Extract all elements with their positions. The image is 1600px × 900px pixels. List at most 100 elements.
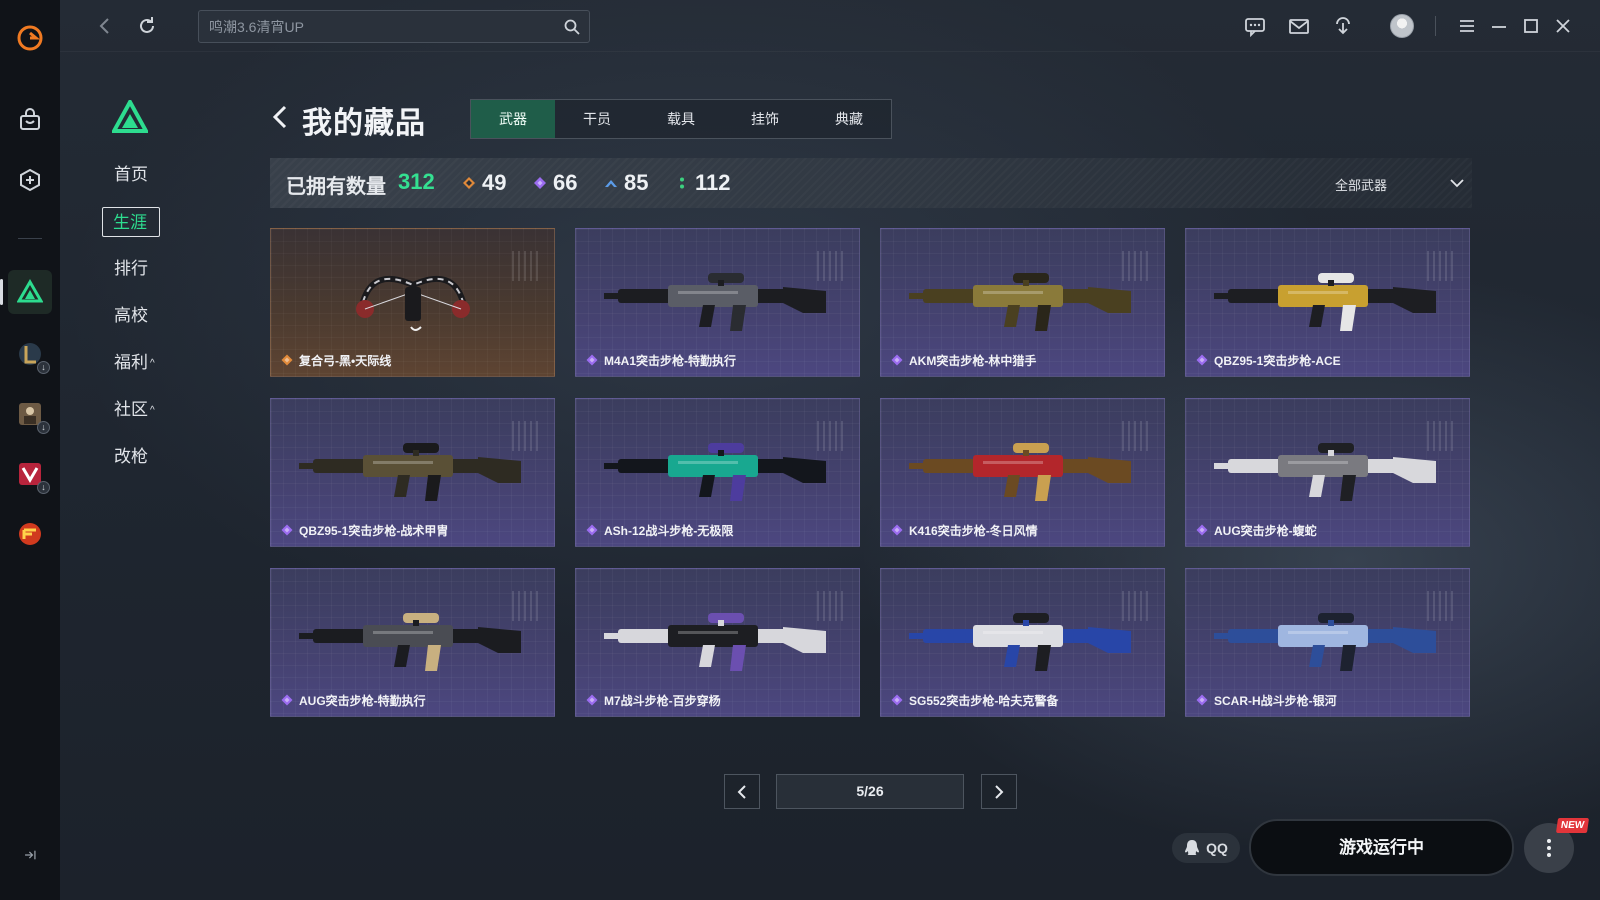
user-avatar[interactable] — [1390, 14, 1414, 38]
maximize-icon[interactable] — [1518, 13, 1544, 39]
weapon-card[interactable]: AUG突击步枪-特勤执行 — [270, 568, 555, 717]
tier-blue-value: 85 — [624, 170, 649, 195]
tier-orange-count: 49 — [462, 169, 506, 197]
nav-item-community[interactable]: 社区 ^ — [100, 395, 160, 425]
weapon-card[interactable]: M4A1突击步枪-特勤执行 — [575, 228, 860, 377]
purple-diamond-icon — [534, 177, 546, 189]
chevron-right-icon — [995, 784, 1004, 799]
game-running-button[interactable]: 游戏运行中 — [1249, 819, 1514, 876]
weapon-card-label: SCAR-H战斗步枪-银河 — [1196, 692, 1337, 708]
purple-rarity-diamond-icon — [891, 694, 903, 706]
weapon-card[interactable]: QBZ95-1突击步枪-ACE — [1185, 228, 1470, 377]
app-rail: ↓ ↓ ↓ — [0, 0, 60, 900]
download-icon: ↓ — [37, 421, 50, 434]
weapon-card[interactable]: 复合弓-黑•天际线 — [270, 228, 555, 377]
top-bar — [60, 0, 1600, 52]
owned-count-value: 312 — [398, 169, 435, 194]
chevron-up-icon: ^ — [150, 405, 155, 416]
mail-icon[interactable] — [1286, 13, 1312, 39]
chevron-left-icon — [737, 784, 746, 799]
orange-rarity-diamond-icon — [281, 354, 293, 366]
chevron-up-icon: ^ — [150, 358, 155, 369]
nav-item-ranking[interactable]: 排行 — [100, 254, 160, 284]
tab-weapons[interactable]: 武器 — [471, 100, 555, 138]
weapon-card[interactable]: AKM突击步枪-林中猎手 — [880, 228, 1165, 377]
weapon-card-label: QBZ95-1突击步枪-ACE — [1196, 352, 1341, 368]
weapon-name: SCAR-H战斗步枪-银河 — [1214, 693, 1337, 708]
compound-bow-image — [356, 275, 470, 331]
pubg-game-icon[interactable]: ↓ — [8, 392, 52, 436]
weapon-name: 复合弓-黑•天际线 — [299, 353, 392, 368]
qq-button[interactable]: QQ — [1172, 833, 1240, 863]
purple-rarity-diamond-icon — [281, 524, 293, 536]
valorant-game-icon[interactable]: ↓ — [8, 452, 52, 496]
nav-item-community-label: 社区 — [114, 400, 148, 419]
new-badge: NEW — [1555, 818, 1590, 833]
weapon-card[interactable]: AUG突击步枪-蝮蛇 — [1185, 398, 1470, 547]
tier-green-count: 112 — [675, 169, 731, 197]
back-arrow-icon[interactable] — [270, 104, 290, 130]
rail-divider — [18, 238, 42, 239]
rifle-image — [299, 443, 521, 501]
search-input[interactable] — [209, 11, 549, 42]
tab-collection[interactable]: 典藏 — [807, 100, 891, 138]
weapon-name: SG552突击步枪-哈夫克警备 — [909, 693, 1059, 708]
owned-count-label: 已拥有数量 — [286, 176, 386, 198]
weapon-filter-dropdown[interactable]: 全部武器 — [1335, 173, 1465, 195]
chevron-down-icon — [1450, 179, 1464, 188]
weapon-card-label: M4A1突击步枪-特勤执行 — [586, 352, 736, 368]
close-icon[interactable] — [1550, 13, 1576, 39]
tier-purple-value: 66 — [553, 170, 578, 195]
next-page-button[interactable] — [981, 774, 1017, 809]
app-logo-icon[interactable] — [8, 16, 52, 60]
tier-orange-value: 49 — [482, 170, 507, 195]
page-indicator: 5/26 — [776, 774, 964, 809]
app-window: ↓ ↓ ↓ 鸣潮3.6清宵UP 首页 生涯 排行 高校 福利 ^ 社区 ^ 改枪… — [0, 0, 1600, 900]
prev-page-button[interactable] — [724, 774, 760, 809]
rail-active-indicator — [0, 279, 3, 305]
weapon-card[interactable]: K416突击步枪-冬日风情 — [880, 398, 1165, 547]
tab-charms[interactable]: 挂饰 — [723, 100, 807, 138]
purple-rarity-diamond-icon — [281, 694, 293, 706]
nav-item-career[interactable]: 生涯 — [102, 207, 160, 237]
store-bag-icon[interactable] — [8, 98, 52, 142]
weapon-name: AKM突击步枪-林中猎手 — [909, 353, 1037, 368]
stats-bar: 已拥有数量 312 49 66 85 112 全部武器 — [270, 158, 1472, 208]
weapon-name: QBZ95-1突击步枪-战术甲胄 — [299, 523, 449, 538]
purple-rarity-diamond-icon — [586, 694, 598, 706]
weapon-name: K416突击步枪-冬日风情 — [909, 523, 1038, 538]
nav-item-college[interactable]: 高校 — [100, 301, 160, 331]
delta-force-game-icon[interactable] — [8, 270, 52, 314]
green-dots-icon — [680, 177, 684, 189]
refresh-icon[interactable] — [134, 13, 160, 39]
weapon-filter-value: 全部武器 — [1335, 178, 1388, 193]
nav-item-gunsmith[interactable]: 改枪 — [100, 442, 160, 472]
tab-operators[interactable]: 干员 — [555, 100, 639, 138]
tab-vehicles[interactable]: 载具 — [639, 100, 723, 138]
weapon-card-label: 复合弓-黑•天际线 — [281, 352, 391, 368]
weapon-card-label: QBZ95-1突击步枪-战术甲胄 — [281, 522, 448, 538]
weapon-card[interactable]: SCAR-H战斗步枪-银河 — [1185, 568, 1470, 717]
weapon-card[interactable]: ASh-12战斗步枪-无极限 — [575, 398, 860, 547]
nav-item-welfare[interactable]: 福利 ^ — [100, 348, 160, 378]
chat-icon[interactable] — [1242, 13, 1268, 39]
weapon-card[interactable]: M7战斗步枪-百步穿杨 — [575, 568, 860, 717]
weapon-card[interactable]: QBZ95-1突击步枪-战术甲胄 — [270, 398, 555, 547]
back-nav-icon[interactable] — [92, 13, 118, 39]
league-game-icon[interactable]: ↓ — [8, 332, 52, 376]
download-icon: ↓ — [37, 481, 50, 494]
purple-rarity-diamond-icon — [586, 354, 598, 366]
download-manager-icon[interactable] — [1330, 13, 1356, 39]
crossfire-game-icon[interactable] — [8, 512, 52, 556]
minimize-icon[interactable] — [1486, 13, 1512, 39]
add-game-icon[interactable] — [8, 158, 52, 202]
tier-purple-count: 66 — [533, 169, 577, 197]
weapon-card[interactable]: SG552突击步枪-哈夫克警备 — [880, 568, 1165, 717]
menu-icon[interactable] — [1454, 13, 1480, 39]
rifle-image — [299, 613, 521, 671]
expand-rail-icon[interactable] — [8, 840, 52, 870]
search-icon[interactable] — [563, 18, 581, 36]
tier-blue-count: 85 — [604, 169, 648, 197]
nav-item-home[interactable]: 首页 — [100, 160, 160, 190]
page-title: 我的藏品 — [302, 107, 426, 140]
